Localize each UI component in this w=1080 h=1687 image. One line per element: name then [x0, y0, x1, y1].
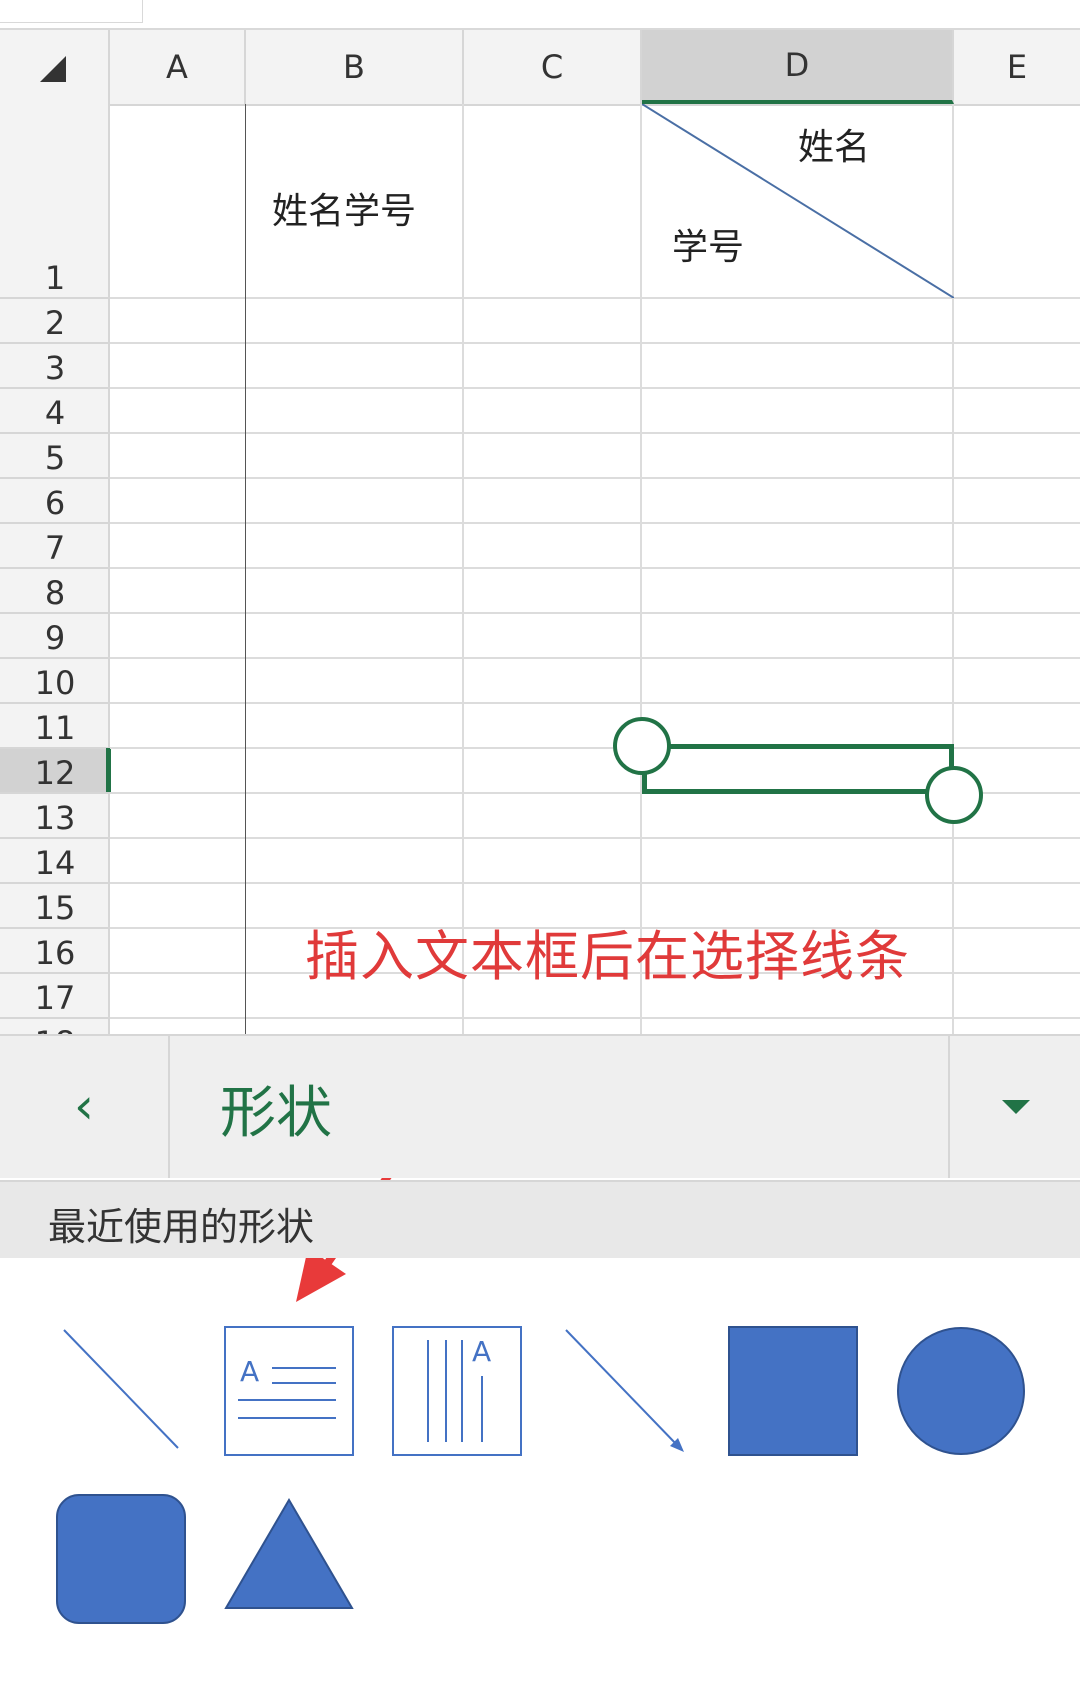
vertical-text-box-icon[interactable]: A: [392, 1326, 522, 1456]
select-all-triangle-icon: [40, 56, 66, 82]
row-header-12[interactable]: 12: [0, 749, 108, 794]
row-header-3[interactable]: 3: [0, 344, 108, 389]
column-header-c[interactable]: C: [464, 30, 642, 104]
column-header-e[interactable]: E: [954, 30, 1080, 104]
chevron-left-icon: ‹: [74, 1077, 94, 1135]
formula-bar[interactable]: [0, 0, 1080, 30]
row-header-8[interactable]: 8: [0, 569, 108, 614]
row-divider: [110, 522, 1080, 524]
row-divider: [110, 657, 1080, 659]
collapse-panel-button[interactable]: [948, 1034, 1080, 1178]
cell-grid[interactable]: [110, 104, 1080, 1034]
line-icon[interactable]: [56, 1326, 186, 1456]
cell-d1-top-text[interactable]: 姓名: [798, 118, 870, 170]
text-box-icon[interactable]: A: [224, 1326, 354, 1456]
resize-handle-top-left[interactable]: [613, 717, 671, 775]
row-header-1[interactable]: 1: [0, 104, 108, 299]
row-divider: [110, 837, 1080, 839]
row-divider: [110, 342, 1080, 344]
select-all-button[interactable]: [0, 30, 110, 104]
annotation-text: 插入文本框后在选择线条: [305, 925, 910, 988]
row-header-16[interactable]: 16: [0, 929, 108, 974]
name-box[interactable]: [0, 0, 143, 23]
row-header-10[interactable]: 10: [0, 659, 108, 704]
column-divider-a-b: [245, 104, 246, 1034]
column-header-a[interactable]: A: [110, 30, 246, 104]
column-header-b[interactable]: B: [246, 30, 464, 104]
arrow-icon[interactable]: [560, 1326, 690, 1456]
column-divider-b-c: [462, 104, 464, 1034]
triangle-icon[interactable]: [224, 1494, 354, 1624]
vertical-text-box-glyph: A: [472, 1335, 492, 1368]
row-header-14[interactable]: 14: [0, 839, 108, 884]
back-button[interactable]: ‹: [0, 1034, 170, 1178]
row-divider: [110, 387, 1080, 389]
column-header-bar: A B C D E: [0, 30, 1080, 106]
panel-title: 形状: [220, 1081, 332, 1146]
row-divider: [110, 612, 1080, 614]
resize-handle-bottom-right[interactable]: [925, 766, 983, 824]
row-header-bar: 1 2 3 4 5 6 7 8 9 10 11 12 13 14 15 16 1…: [0, 104, 110, 1034]
rounded-rectangle-icon[interactable]: [56, 1494, 186, 1624]
row-header-11[interactable]: 11: [0, 704, 108, 749]
row-header-9[interactable]: 9: [0, 614, 108, 659]
row-header-15[interactable]: 15: [0, 884, 108, 929]
selected-text-box-shape[interactable]: [642, 744, 954, 794]
column-header-d[interactable]: D: [642, 30, 954, 104]
row-divider: [110, 432, 1080, 434]
recent-shapes-label: 最近使用的形状: [48, 1205, 315, 1249]
row-header-2[interactable]: 2: [0, 299, 108, 344]
row-divider: [110, 702, 1080, 704]
row-header-7[interactable]: 7: [0, 524, 108, 569]
row-divider: [110, 567, 1080, 569]
row-header-17[interactable]: 17: [0, 974, 108, 1019]
row-divider: [110, 882, 1080, 884]
row-header-6[interactable]: 6: [0, 479, 108, 524]
cell-b1-text[interactable]: 姓名学号: [272, 182, 416, 234]
row-header-18[interactable]: 18: [0, 1019, 108, 1034]
row-header-4[interactable]: 4: [0, 389, 108, 434]
row-divider: [110, 477, 1080, 479]
row-header-13[interactable]: 13: [0, 794, 108, 839]
text-box-glyph: A: [240, 1355, 260, 1388]
triangle-down-icon: [1002, 1100, 1030, 1114]
oval-icon[interactable]: [896, 1326, 1026, 1456]
row-divider: [110, 1017, 1080, 1019]
row-header-5[interactable]: 5: [0, 434, 108, 479]
cell-d1-bottom-text[interactable]: 学号: [672, 218, 744, 270]
rectangle-icon[interactable]: [728, 1326, 858, 1456]
